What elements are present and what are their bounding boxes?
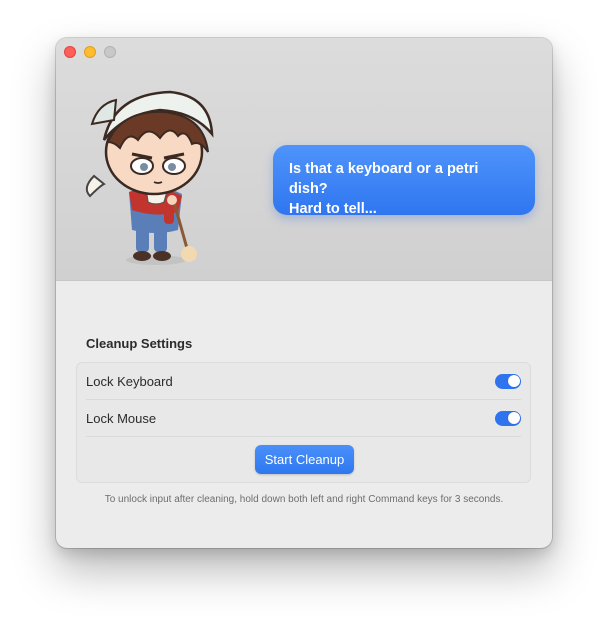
settings-panel: Lock Keyboard Lock Mouse Start Cleanup <box>76 362 531 483</box>
start-cleanup-button[interactable]: Start Cleanup <box>255 445 354 474</box>
lock-mouse-toggle[interactable] <box>495 410 521 426</box>
window-controls <box>64 46 116 58</box>
speech-line-1: Is that a keyboard or a petri dish? <box>289 161 479 197</box>
lock-mouse-label: Lock Mouse <box>86 410 157 426</box>
toggle-knob <box>507 375 520 387</box>
app-window: Is that a keyboard or a petri dish? Hard… <box>56 38 552 548</box>
lock-keyboard-toggle[interactable] <box>495 373 521 389</box>
speech-line-2: Hard to tell... <box>289 201 377 217</box>
hero-banner: Is that a keyboard or a petri dish? Hard… <box>56 38 552 281</box>
minimize-button[interactable] <box>84 46 96 58</box>
lock-keyboard-row: Lock Keyboard <box>86 363 521 400</box>
toggle-knob <box>507 412 520 424</box>
lock-keyboard-label: Lock Keyboard <box>86 373 173 389</box>
unlock-hint: To unlock input after cleaning, hold dow… <box>104 494 504 505</box>
section-title: Cleanup Settings <box>86 336 193 351</box>
lock-mouse-row: Lock Mouse <box>86 400 521 437</box>
zoom-button[interactable] <box>104 46 116 58</box>
mascot-character-icon <box>85 90 214 265</box>
speech-bubble: Is that a keyboard or a petri dish? Hard… <box>273 145 535 217</box>
close-button[interactable] <box>64 46 76 58</box>
